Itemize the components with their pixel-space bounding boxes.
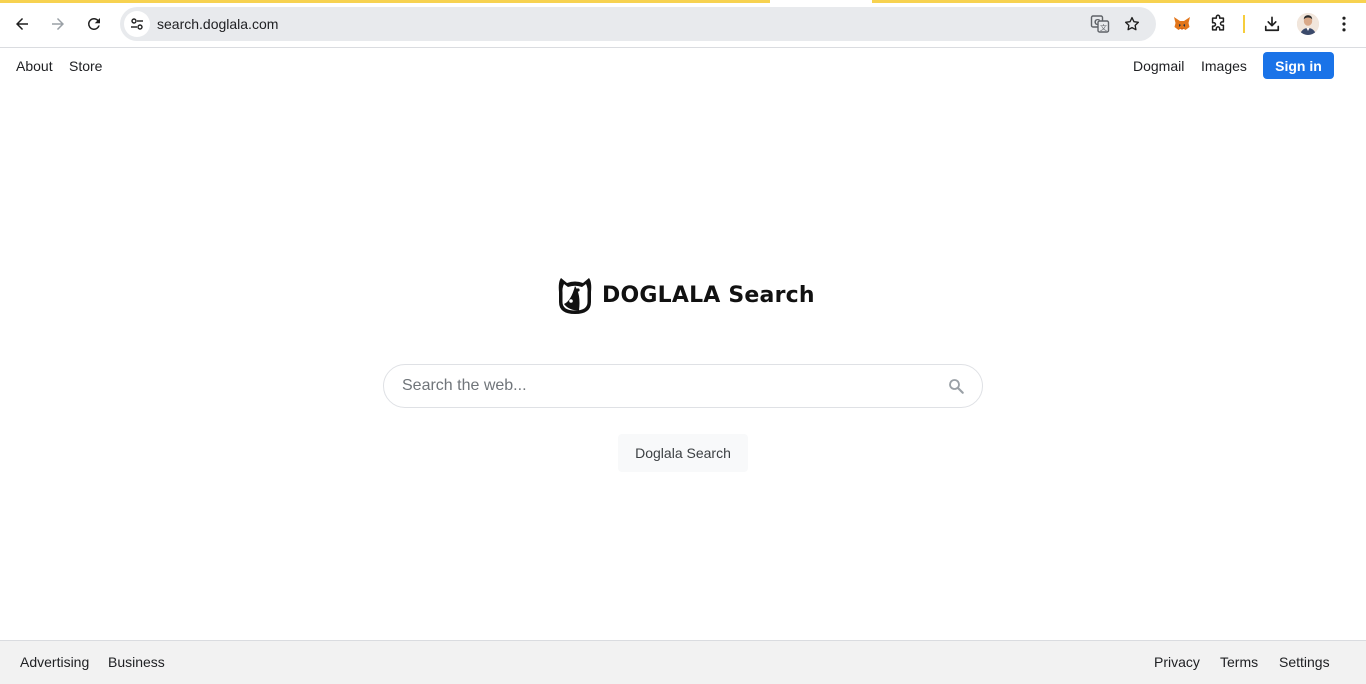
tune-icon — [131, 18, 143, 30]
sign-in-button[interactable]: Sign in — [1263, 52, 1334, 79]
person-avatar-icon — [1297, 13, 1319, 35]
search-box[interactable] — [383, 364, 983, 408]
about-link[interactable]: About — [16, 57, 53, 75]
dogmail-link[interactable]: Dogmail — [1133, 57, 1184, 75]
browser-toolbar: search.doglala.com G 文 — [0, 0, 1366, 48]
page-footer: Advertising Business Privacy Terms Setti… — [0, 640, 1366, 684]
downloads-button[interactable] — [1260, 12, 1284, 36]
toolbar-divider — [1243, 15, 1245, 33]
star-icon — [1124, 16, 1140, 31]
more-vert-icon — [1342, 16, 1346, 32]
business-link[interactable]: Business — [108, 653, 165, 671]
browser-menu-button[interactable] — [1332, 12, 1356, 36]
bookmark-star-button[interactable] — [1121, 13, 1143, 35]
arrow-right-icon — [52, 18, 64, 30]
search-icon[interactable] — [947, 377, 965, 395]
url-text[interactable]: search.doglala.com — [157, 16, 278, 32]
download-icon — [1264, 16, 1280, 32]
images-link[interactable]: Images — [1201, 57, 1247, 75]
site-info-button[interactable] — [124, 11, 150, 37]
puzzle-icon — [1211, 14, 1225, 31]
brand-logo: DOGLALA Search — [557, 273, 815, 317]
svg-text:文: 文 — [1100, 23, 1107, 32]
back-button[interactable] — [6, 8, 38, 40]
search-input[interactable] — [402, 365, 942, 407]
fox-icon — [1174, 17, 1190, 30]
reload-button[interactable] — [78, 8, 110, 40]
terms-link[interactable]: Terms — [1220, 653, 1258, 671]
store-link[interactable]: Store — [69, 57, 102, 75]
search-submit-button[interactable]: Doglala Search — [618, 434, 748, 472]
brand-name: DOGLALA Search — [602, 282, 815, 308]
translate-icon: G 文 — [1090, 15, 1110, 33]
advertising-link[interactable]: Advertising — [20, 653, 89, 671]
extensions-button[interactable] — [1206, 12, 1230, 36]
tab-strip-accent — [0, 0, 1366, 3]
dog-logo-icon — [558, 278, 592, 314]
privacy-link[interactable]: Privacy — [1154, 653, 1200, 671]
profile-avatar[interactable] — [1297, 13, 1319, 35]
forward-button[interactable] — [42, 8, 74, 40]
translate-button[interactable]: G 文 — [1089, 13, 1111, 35]
arrow-left-icon — [16, 18, 28, 30]
settings-link[interactable]: Settings — [1279, 653, 1330, 671]
metamask-extension-button[interactable] — [1170, 12, 1194, 36]
reload-icon — [87, 17, 100, 30]
address-bar[interactable]: search.doglala.com G 文 — [120, 7, 1156, 41]
